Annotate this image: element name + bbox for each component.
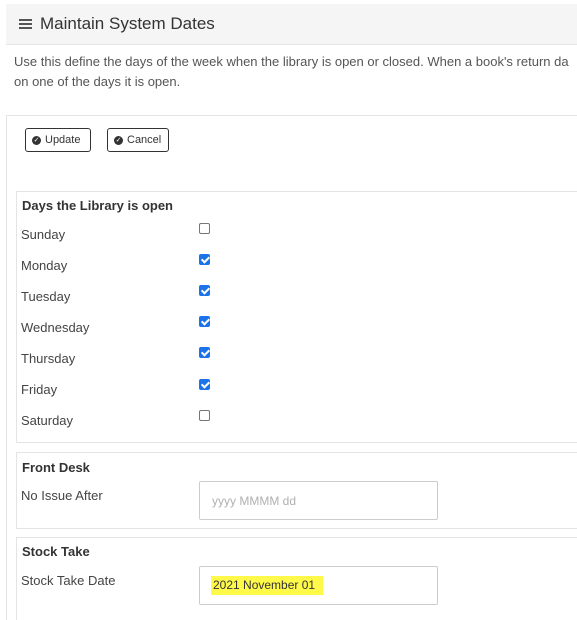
days-section: Days the Library is open bbox=[16, 191, 577, 443]
list-icon bbox=[19, 19, 32, 29]
page-title: Maintain System Dates bbox=[40, 14, 215, 33]
checkbox-saturday[interactable] bbox=[199, 410, 210, 421]
day-label-saturday: Saturday bbox=[21, 413, 74, 428]
day-label-friday: Friday bbox=[21, 382, 58, 397]
checkbox-sunday[interactable] bbox=[199, 223, 210, 234]
update-button[interactable]: ✓ Update bbox=[25, 128, 91, 152]
day-label-tuesday: Tuesday bbox=[21, 289, 71, 304]
checkbox-wednesday[interactable] bbox=[199, 316, 210, 327]
days-section-title: Days the Library is open bbox=[22, 198, 173, 213]
checkbox-monday[interactable] bbox=[199, 254, 210, 265]
check-circle-icon: ✓ bbox=[32, 135, 41, 145]
stock-take-date-value: 2021 November 01 bbox=[211, 576, 324, 595]
front-desk-title: Front Desk bbox=[22, 460, 90, 475]
no-issue-after-label: No Issue After bbox=[21, 488, 103, 503]
cancel-button[interactable]: ✓ Cancel bbox=[107, 128, 169, 152]
page-description: Use this define the days of the week whe… bbox=[14, 52, 577, 92]
day-label-sunday: Sunday bbox=[21, 227, 66, 242]
page: Maintain System Dates Use this define th… bbox=[0, 0, 577, 620]
no-issue-after-input[interactable] bbox=[199, 481, 438, 520]
checkbox-thursday[interactable] bbox=[199, 347, 210, 358]
checkbox-friday[interactable] bbox=[199, 379, 210, 390]
stock-take-title: Stock Take bbox=[22, 544, 90, 559]
check-circle-icon: ✓ bbox=[114, 135, 123, 145]
checkbox-tuesday[interactable] bbox=[199, 285, 210, 296]
page-header: Maintain System Dates bbox=[6, 4, 577, 45]
description-line-1: Use this define the days of the week whe… bbox=[14, 54, 569, 69]
cancel-button-label: Cancel bbox=[127, 134, 162, 146]
day-label-monday: Monday bbox=[21, 258, 68, 273]
description-line-2: on one of the days it is open. bbox=[14, 74, 181, 89]
day-label-thursday: Thursday bbox=[21, 351, 76, 366]
update-button-label: Update bbox=[45, 134, 81, 146]
day-label-wednesday: Wednesday bbox=[21, 320, 90, 335]
stock-take-date-label: Stock Take Date bbox=[21, 573, 116, 588]
